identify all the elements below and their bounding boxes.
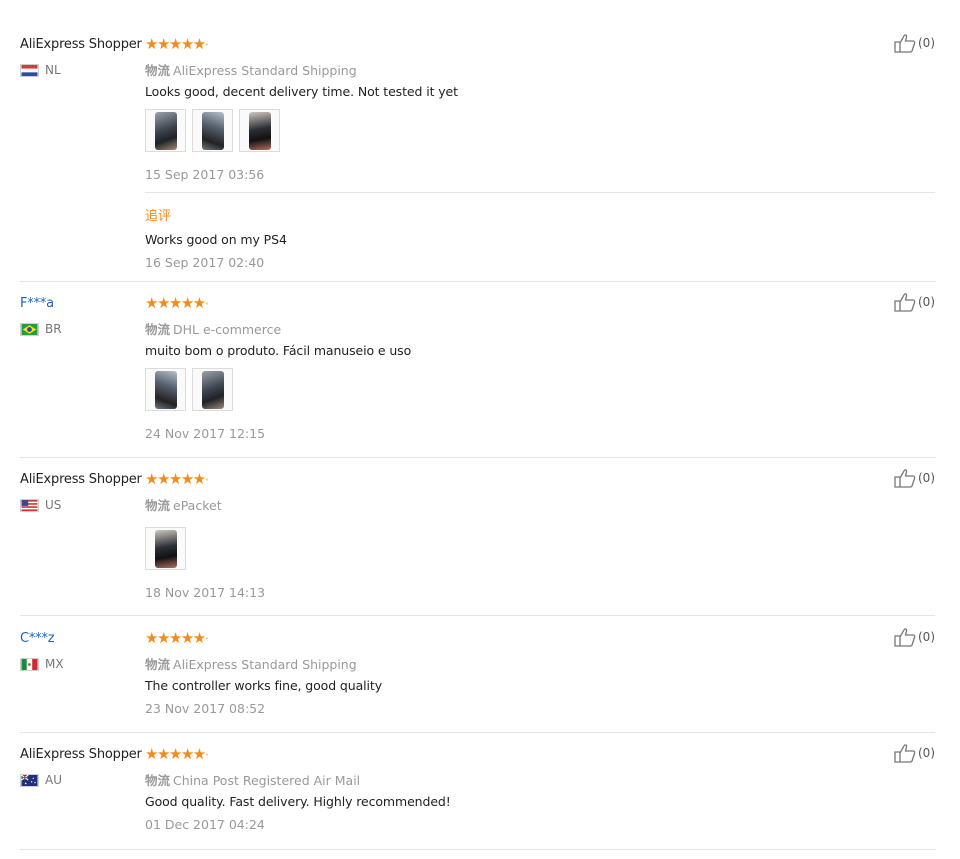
reviewer-country: MX	[20, 657, 64, 671]
thumbs-up-icon	[894, 744, 916, 763]
review-photo[interactable]	[192, 368, 233, 411]
star-icon: ★★★★★	[145, 470, 206, 488]
shipping-label: 物流	[145, 657, 171, 672]
review-item: AliExpress Shopper ★★★★★• NL 物流 AliExpres…	[20, 34, 935, 282]
like-count: (0)	[918, 630, 935, 644]
like-button[interactable]: (0)	[894, 627, 935, 647]
thumbs-up-icon	[894, 469, 916, 488]
shipping-name: China Post Registered Air Mail	[173, 773, 361, 788]
like-button[interactable]: (0)	[894, 468, 935, 488]
thumbs-up-icon	[894, 628, 916, 647]
review-photo[interactable]	[145, 368, 186, 411]
review-date: 18 Nov 2017 14:13	[145, 585, 266, 600]
us-flag-icon	[20, 498, 39, 512]
like-button[interactable]: (0)	[894, 743, 935, 763]
shipping-name: AliExpress Standard Shipping	[173, 63, 357, 78]
country-code: NL	[45, 63, 61, 77]
thumbs-up-icon	[894, 293, 916, 312]
shipping-label: 物流	[145, 63, 171, 78]
br-flag-icon	[20, 322, 39, 336]
reviewer-name: AliExpress Shopper	[20, 37, 142, 52]
like-count: (0)	[918, 36, 935, 50]
review-photo[interactable]	[192, 109, 233, 152]
review-item: F***a ★★★★★• BR 物流 DHL e-commerce muito b…	[20, 293, 935, 458]
star-icon: ★★★★★	[145, 35, 206, 53]
review-item: AliExpress Shopper ★★★★★• AU 物流 China Pos…	[20, 744, 935, 850]
review-text: Good quality. Fast delivery. Highly reco…	[145, 794, 451, 809]
review-date: 01 Dec 2017 04:24	[145, 817, 265, 832]
reviewer-country: BR	[20, 322, 62, 336]
followup-date: 16 Sep 2017 02:40	[145, 255, 265, 270]
reviewer-country: NL	[20, 63, 61, 77]
review-photo[interactable]	[145, 109, 186, 152]
like-button[interactable]: (0)	[894, 33, 935, 53]
country-code: AU	[45, 773, 62, 787]
shipping-name: DHL e-commerce	[173, 322, 282, 337]
shipping-label: 物流	[145, 498, 171, 513]
shipping-name: AliExpress Standard Shipping	[173, 657, 357, 672]
shipping-label: 物流	[145, 322, 171, 337]
reviewer-name[interactable]: F***a	[20, 296, 54, 311]
rating-stars: ★★★★★•	[145, 745, 209, 763]
review-photo[interactable]	[145, 527, 186, 570]
reviewer-country: US	[20, 498, 61, 512]
country-code: US	[45, 498, 62, 512]
like-count: (0)	[918, 471, 935, 485]
star-icon: ★★★★★	[145, 629, 206, 647]
review-photos	[145, 109, 280, 152]
like-count: (0)	[918, 295, 935, 309]
star-icon: ★★★★★	[145, 745, 206, 763]
reviewer-name[interactable]: C***z	[20, 631, 55, 646]
shipping-method: 物流 DHL e-commerce	[145, 319, 281, 338]
shipping-method: 物流 China Post Registered Air Mail	[145, 770, 360, 789]
review-item: AliExpress Shopper ★★★★★• US 物流 ePacket 1…	[20, 469, 935, 616]
review-text: The controller works fine, good quality	[145, 678, 382, 693]
nl-flag-icon	[20, 63, 39, 77]
rating-stars: ★★★★★•	[145, 470, 209, 488]
followup-divider	[145, 192, 935, 193]
shipping-method: 物流 AliExpress Standard Shipping	[145, 654, 357, 673]
followup-label: 追评	[145, 209, 172, 224]
au-flag-icon	[20, 773, 39, 787]
review-text: muito bom o produto. Fácil manuseio e us…	[145, 343, 412, 358]
country-code: BR	[45, 322, 62, 336]
mx-flag-icon	[20, 657, 39, 671]
review-text: Looks good, decent delivery time. Not te…	[145, 84, 458, 99]
country-code: MX	[45, 657, 64, 671]
reviewer-country: AU	[20, 773, 62, 787]
shipping-method: 物流 AliExpress Standard Shipping	[145, 60, 357, 79]
thumbs-up-icon	[894, 34, 916, 53]
star-icon: ★★★★★	[145, 294, 206, 312]
reviewer-name: AliExpress Shopper	[20, 747, 142, 762]
review-photos	[145, 527, 186, 570]
review-item: C***z ★★★★★• MX 物流 AliExpress Standard Sh…	[20, 628, 935, 733]
reviewer-name: AliExpress Shopper	[20, 472, 142, 487]
review-date: 24 Nov 2017 12:15	[145, 426, 266, 441]
rating-stars: ★★★★★•	[145, 35, 209, 53]
rating-stars: ★★★★★•	[145, 629, 209, 647]
like-button[interactable]: (0)	[894, 292, 935, 312]
review-photos	[145, 368, 233, 411]
like-count: (0)	[918, 746, 935, 760]
shipping-method: 物流 ePacket	[145, 495, 222, 514]
shipping-name: ePacket	[173, 498, 222, 513]
followup-text: Works good on my PS4	[145, 232, 287, 247]
shipping-label: 物流	[145, 773, 171, 788]
review-date: 23 Nov 2017 08:52	[145, 701, 266, 716]
review-photo[interactable]	[239, 109, 280, 152]
review-date: 15 Sep 2017 03:56	[145, 167, 265, 182]
rating-stars: ★★★★★•	[145, 294, 209, 312]
